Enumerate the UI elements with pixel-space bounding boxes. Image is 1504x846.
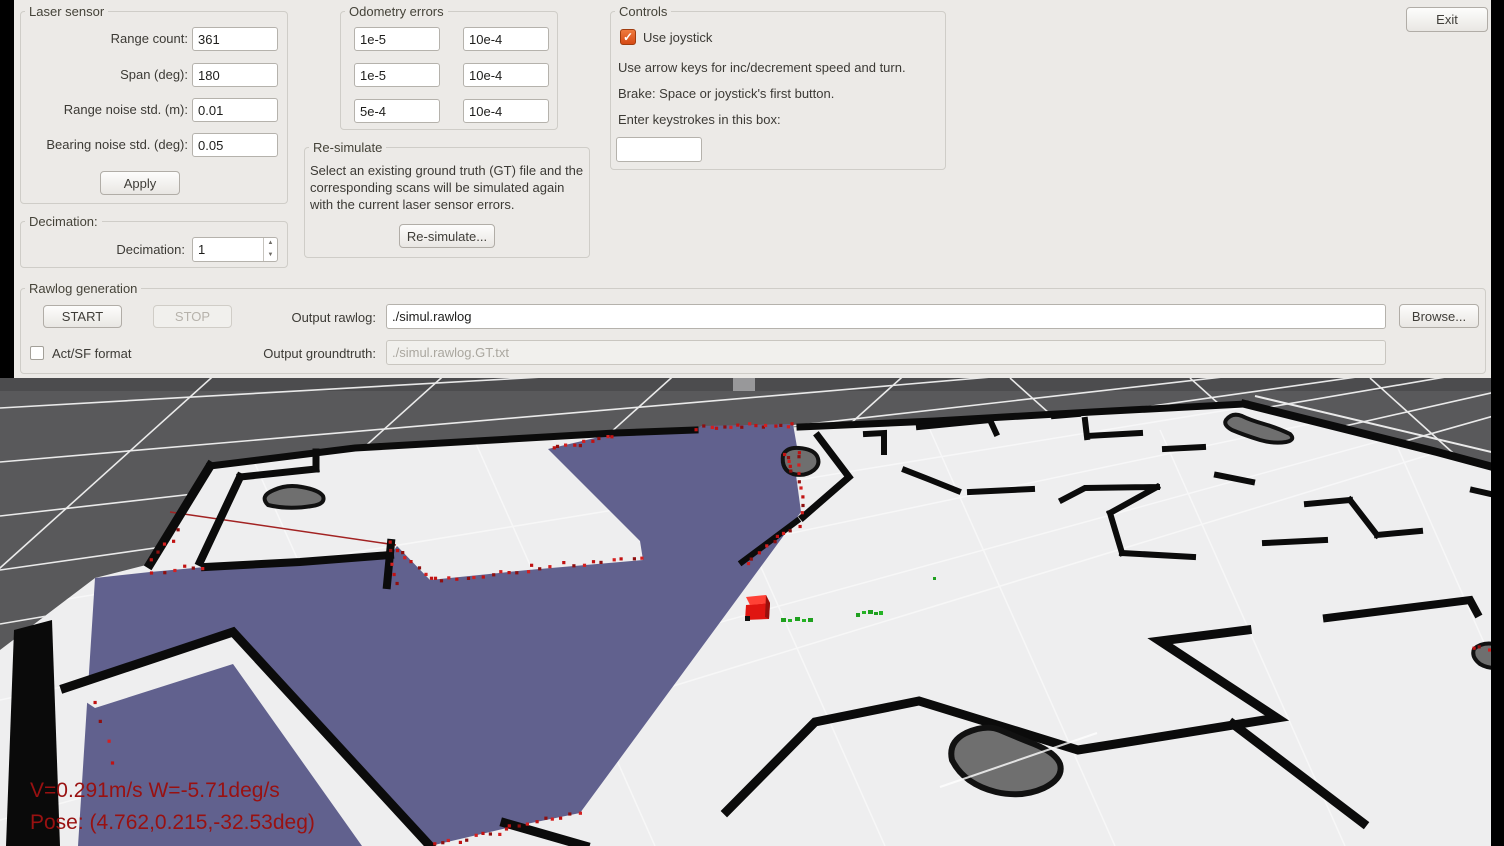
output-rawlog-field[interactable]: [386, 304, 1386, 329]
output-rawlog-label: Output rawlog:: [178, 310, 376, 325]
rawlog-generation-title: Rawlog generation: [25, 281, 141, 296]
controls-line3: Enter keystrokes in this box:: [618, 112, 781, 127]
output-groundtruth-label: Output groundtruth:: [178, 346, 376, 361]
odometry-error-field-6[interactable]: [463, 99, 549, 123]
decimation-title: Decimation:: [25, 214, 102, 229]
spin-down-icon[interactable]: ▼: [264, 250, 277, 262]
range-noise-field[interactable]: [192, 98, 278, 122]
controls-line2: Brake: Space or joystick's first button.: [618, 86, 834, 101]
odometry-error-field-1[interactable]: [354, 27, 440, 51]
apply-button[interactable]: Apply: [100, 171, 180, 195]
actsf-checkbox[interactable]: [30, 346, 44, 360]
range-noise-label: Range noise std. (m):: [20, 102, 188, 117]
resimulate-description: Select an existing ground truth (GT) fil…: [310, 162, 584, 213]
resimulate-title: Re-simulate: [309, 140, 386, 155]
use-joystick-checkbox[interactable]: ✓: [620, 29, 636, 45]
viewport-top-tab: [733, 378, 755, 391]
browse-button[interactable]: Browse...: [1399, 304, 1479, 328]
odometry-error-field-3[interactable]: [354, 63, 440, 87]
bearing-noise-field[interactable]: [192, 133, 278, 157]
actsf-label: Act/SF format: [52, 346, 131, 361]
span-field[interactable]: [192, 63, 278, 87]
output-groundtruth-field: [386, 340, 1386, 365]
keystroke-input[interactable]: [616, 137, 702, 162]
bearing-noise-label: Bearing noise std. (deg):: [20, 137, 188, 152]
right-edge-bar: [1491, 0, 1504, 846]
odometry-error-field-4[interactable]: [463, 63, 549, 87]
odometry-error-field-2[interactable]: [463, 27, 549, 51]
span-label: Span (deg):: [20, 67, 188, 82]
hud-velocity: V=0.291m/s W=-5.71deg/s: [30, 779, 280, 802]
controls-line1: Use arrow keys for inc/decrement speed a…: [618, 60, 906, 75]
simulator-3d-view[interactable]: V=0.291m/s W=-5.71deg/s Pose: (4.762,0.2…: [0, 378, 1504, 846]
check-icon: ✓: [623, 30, 633, 44]
range-count-label: Range count:: [20, 31, 188, 46]
start-button[interactable]: START: [43, 305, 122, 328]
decimation-stepper[interactable]: ▲▼: [263, 238, 277, 261]
laser-sensor-title: Laser sensor: [25, 4, 108, 19]
simulator-window: Laser sensor Range count: Span (deg): Ra…: [0, 0, 1504, 846]
hud-pose: Pose: (4.762,0.215,-32.53deg): [30, 811, 315, 834]
robot: [745, 595, 770, 621]
resimulate-button[interactable]: Re-simulate...: [399, 224, 495, 248]
exit-button[interactable]: Exit: [1406, 7, 1488, 32]
use-joystick-label: Use joystick: [643, 30, 712, 45]
left-edge-bar: [0, 0, 14, 378]
decimation-label: Decimation:: [40, 242, 185, 257]
spin-up-icon[interactable]: ▲: [264, 238, 277, 250]
range-count-field[interactable]: [192, 27, 278, 51]
odometry-errors-title: Odometry errors: [345, 4, 448, 19]
controls-title: Controls: [615, 4, 671, 19]
odometry-error-field-5[interactable]: [354, 99, 440, 123]
